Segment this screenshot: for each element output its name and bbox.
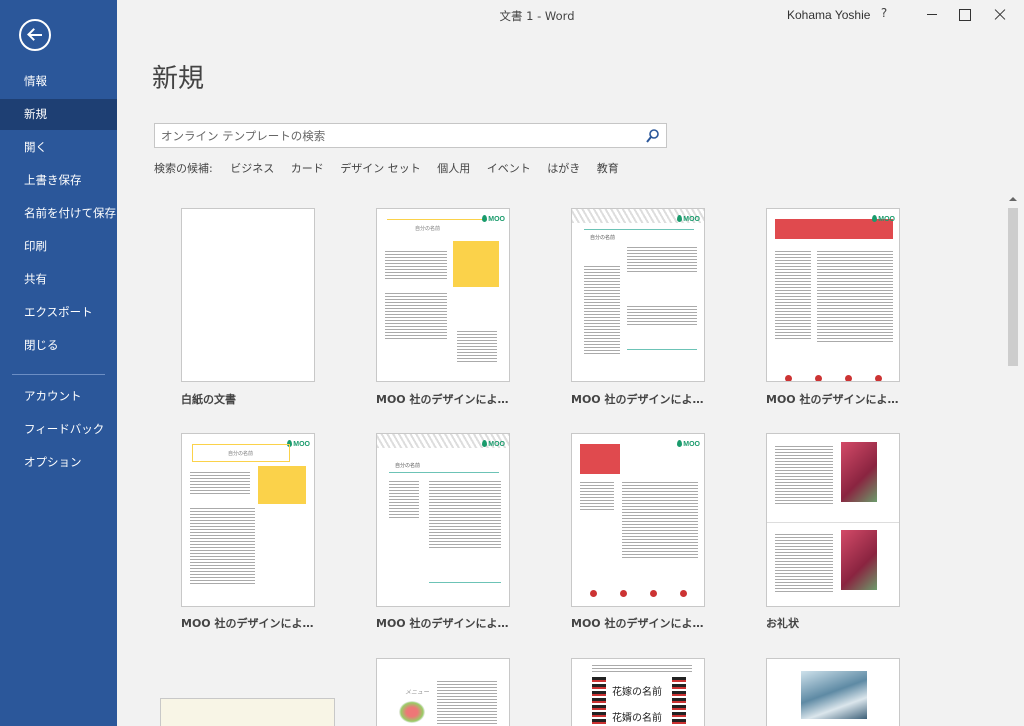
page-title: 新規: [152, 64, 205, 94]
thumb-name: 自分の名前: [228, 451, 254, 457]
moo-logo: MOO: [482, 440, 505, 448]
search-box: [154, 123, 667, 148]
thumb-bride: 花嫁の名前: [612, 687, 662, 698]
template-blank-thumbnail[interactable]: [181, 208, 315, 382]
back-arrow-icon[interactable]: [19, 19, 51, 51]
template-thank-you-label[interactable]: お礼状: [766, 615, 799, 631]
moo-logo: MOO: [482, 215, 505, 223]
nav-open[interactable]: 開く: [0, 132, 117, 163]
template-moo-4-label[interactable]: MOO 社のデザインによ…: [181, 615, 313, 631]
thumb-groom: 花婿の名前: [612, 713, 662, 724]
moo-logo: MOO: [287, 440, 310, 448]
suggestion-design-set[interactable]: デザイン セット: [340, 162, 421, 175]
template-landscape-thumbnail[interactable]: [766, 658, 900, 726]
nav-options[interactable]: オプション: [0, 447, 117, 478]
template-moo-4-thumbnail[interactable]: MOO 自分の名前: [181, 433, 315, 607]
sidebar-divider: [12, 374, 105, 375]
thumb-name: 自分の名前: [415, 226, 441, 232]
user-account-name[interactable]: Kohama Yoshie: [787, 8, 870, 22]
title-bar: 文書 1 - Word Kohama Yoshie ?: [117, 0, 1024, 28]
suggestion-business[interactable]: ビジネス: [230, 162, 274, 175]
template-blank-label[interactable]: 白紙の文書: [181, 391, 236, 407]
template-moo-3-label[interactable]: MOO 社のデザインによ…: [766, 391, 898, 407]
template-moo-5-thumbnail[interactable]: MOO 自分の名前: [376, 433, 510, 607]
maximize-button[interactable]: [947, 0, 981, 28]
template-menu-thumbnail[interactable]: メニュー: [376, 658, 510, 726]
nav-new[interactable]: 新規: [0, 99, 117, 130]
template-moo-2-label[interactable]: MOO 社のデザインによ…: [571, 391, 703, 407]
template-wedding-thumbnail[interactable]: 花嫁の名前 花婿の名前: [571, 658, 705, 726]
thumb-name: 自分の名前: [590, 235, 616, 241]
moo-logo: MOO: [677, 440, 700, 448]
template-moo-3-thumbnail[interactable]: MOO: [766, 208, 900, 382]
template-moo-6-thumbnail[interactable]: MOO: [571, 433, 705, 607]
template-moo-2-thumbnail[interactable]: MOO 自分の名前: [571, 208, 705, 382]
suggestion-card[interactable]: カード: [291, 162, 324, 175]
template-moo-1-thumbnail[interactable]: MOO 自分の名前: [376, 208, 510, 382]
suggestions-label: 検索の候補:: [154, 162, 213, 175]
scrollbar-thumb[interactable]: [1008, 208, 1018, 366]
nav-info[interactable]: 情報: [0, 66, 117, 97]
scroll-up-arrow[interactable]: [1005, 192, 1020, 206]
suggestion-education[interactable]: 教育: [597, 162, 619, 175]
suggestion-postcard[interactable]: はがき: [547, 162, 580, 175]
nav-account[interactable]: アカウント: [0, 381, 117, 412]
moo-logo: MOO: [872, 215, 895, 223]
suggestion-event[interactable]: イベント: [487, 162, 531, 175]
nav-save-as[interactable]: 名前を付けて保存: [0, 198, 117, 229]
thumb-name: 自分の名前: [395, 463, 421, 469]
minimize-button[interactable]: [915, 0, 949, 28]
template-row3-1-thumbnail[interactable]: [160, 698, 335, 726]
help-button[interactable]: ?: [877, 6, 891, 20]
thumb-menu: メニュー: [405, 689, 430, 696]
nav-export[interactable]: エクスポート: [0, 297, 117, 328]
search-icon[interactable]: [646, 128, 660, 144]
template-search-input[interactable]: [161, 128, 631, 144]
nav-share[interactable]: 共有: [0, 264, 117, 295]
nav-print[interactable]: 印刷: [0, 231, 117, 262]
nav-feedback[interactable]: フィードバック: [0, 414, 117, 445]
template-moo-1-label[interactable]: MOO 社のデザインによ…: [376, 391, 508, 407]
close-button[interactable]: [983, 0, 1017, 28]
backstage-sidebar: 情報 新規 開く 上書き保存 名前を付けて保存 印刷 共有 エクスポート 閉じる…: [0, 0, 117, 726]
nav-close[interactable]: 閉じる: [0, 330, 117, 361]
template-thank-you-thumbnail[interactable]: [766, 433, 900, 607]
nav-save[interactable]: 上書き保存: [0, 165, 117, 196]
template-moo-6-label[interactable]: MOO 社のデザインによ…: [571, 615, 703, 631]
search-suggestions: 検索の候補: ビジネス カード デザイン セット 個人用 イベント はがき 教育: [154, 160, 632, 176]
moo-logo: MOO: [677, 215, 700, 223]
template-moo-5-label[interactable]: MOO 社のデザインによ…: [376, 615, 508, 631]
suggestion-personal[interactable]: 個人用: [437, 162, 470, 175]
